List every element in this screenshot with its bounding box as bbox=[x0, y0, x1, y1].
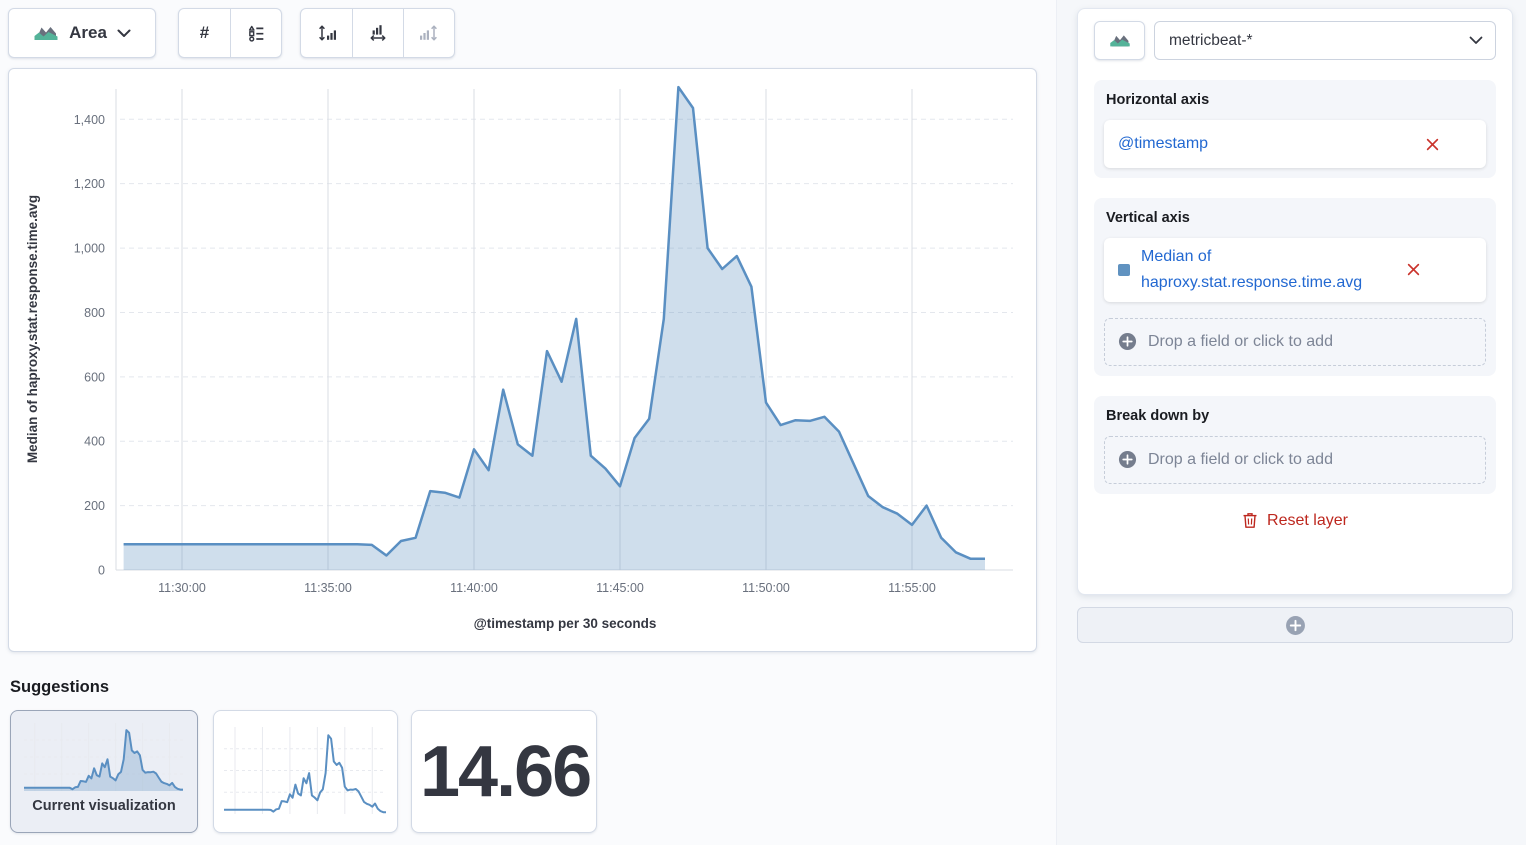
horizontal-axis-field[interactable]: @timestamp bbox=[1104, 120, 1486, 168]
svg-text:1,200: 1,200 bbox=[74, 177, 105, 191]
break-down-section: Break down by Drop a field or click to a… bbox=[1094, 396, 1496, 494]
area-chart-icon-small bbox=[1109, 32, 1131, 49]
bottom-axis-button[interactable] bbox=[352, 9, 403, 57]
area-chart-icon bbox=[33, 23, 59, 43]
reset-layer-button[interactable]: Reset layer bbox=[1094, 512, 1496, 530]
svg-text:11:45:00: 11:45:00 bbox=[596, 581, 644, 595]
reset-layer-label: Reset layer bbox=[1267, 512, 1348, 530]
remove-vertical-field-button[interactable] bbox=[1399, 256, 1427, 284]
value-format-button[interactable]: # bbox=[179, 9, 230, 57]
svg-text:11:50:00: 11:50:00 bbox=[742, 581, 790, 595]
add-layer-button[interactable] bbox=[1077, 607, 1513, 643]
left-axis-button[interactable] bbox=[301, 9, 352, 57]
layer-settings-column: metricbeat-* Horizontal axis @timestamp … bbox=[1056, 0, 1526, 845]
vertical-axis-drop-zone[interactable]: Drop a field or click to add bbox=[1104, 318, 1486, 366]
left-axis-icon bbox=[317, 23, 337, 43]
break-down-title: Break down by bbox=[1106, 408, 1486, 424]
svg-text:0: 0 bbox=[98, 564, 105, 578]
break-down-drop-zone[interactable]: Drop a field or click to add bbox=[1104, 436, 1486, 484]
chart-type-dropdown[interactable]: Area bbox=[8, 8, 156, 58]
chart-options-button-group: # bbox=[178, 8, 282, 58]
vertical-axis-title: Vertical axis bbox=[1106, 210, 1486, 226]
index-pattern-value: metricbeat-* bbox=[1169, 32, 1469, 50]
suggestion-line-thumbnail bbox=[221, 724, 390, 819]
svg-text:11:40:00: 11:40:00 bbox=[450, 581, 498, 595]
right-axis-icon bbox=[419, 23, 439, 43]
layer-chart-type-button[interactable] bbox=[1094, 21, 1145, 60]
chevron-down-icon bbox=[1469, 36, 1483, 45]
svg-text:11:35:00: 11:35:00 bbox=[304, 581, 352, 595]
horizontal-axis-title: Horizontal axis bbox=[1106, 92, 1486, 108]
chevron-down-icon bbox=[117, 29, 131, 38]
svg-text:Median of haproxy.stat.respons: Median of haproxy.stat.response.time.avg bbox=[25, 195, 40, 463]
plus-circle-icon bbox=[1285, 615, 1306, 636]
vertical-axis-section: Vertical axis Median of haproxy.stat.res… bbox=[1094, 198, 1496, 376]
horizontal-axis-field-label: @timestamp bbox=[1118, 131, 1418, 157]
index-pattern-select[interactable]: metricbeat-* bbox=[1154, 21, 1496, 60]
remove-horizontal-field-button[interactable] bbox=[1418, 130, 1446, 158]
close-icon bbox=[1407, 263, 1420, 276]
legend-settings-button[interactable] bbox=[230, 9, 281, 57]
svg-text:11:55:00: 11:55:00 bbox=[888, 581, 936, 595]
legend-icon bbox=[247, 24, 266, 43]
svg-text:11:30:00: 11:30:00 bbox=[158, 581, 206, 595]
visualization-workspace: 0 200 400 600 800 1,000 1,200 1,400 11:30:00 11:3… bbox=[8, 68, 1037, 652]
svg-text:1,400: 1,400 bbox=[74, 113, 105, 127]
area-chart[interactable]: 0 200 400 600 800 1,000 1,200 1,400 11:30:00 11:3… bbox=[9, 69, 1038, 653]
layer-config-panel: metricbeat-* Horizontal axis @timestamp … bbox=[1077, 8, 1513, 595]
drop-field-placeholder: Drop a field or click to add bbox=[1148, 333, 1333, 351]
bottom-axis-icon bbox=[368, 23, 388, 43]
right-axis-button bbox=[403, 9, 454, 57]
horizontal-axis-section: Horizontal axis @timestamp bbox=[1094, 80, 1496, 178]
plus-circle-icon bbox=[1118, 450, 1137, 469]
vertical-axis-field[interactable]: Median of haproxy.stat.response.time.avg bbox=[1104, 238, 1486, 302]
close-icon bbox=[1426, 138, 1439, 151]
svg-text:200: 200 bbox=[84, 499, 105, 513]
svg-text:800: 800 bbox=[84, 306, 105, 320]
vertical-axis-field-label: Median of haproxy.stat.response.time.avg bbox=[1141, 244, 1399, 296]
svg-text:400: 400 bbox=[84, 435, 105, 449]
plus-circle-icon bbox=[1118, 332, 1137, 351]
svg-text:@timestamp per 30 seconds: @timestamp per 30 seconds bbox=[474, 616, 657, 631]
suggestion-current-label: Current visualization bbox=[32, 798, 175, 814]
svg-text:1,000: 1,000 bbox=[74, 242, 105, 256]
series-color-swatch bbox=[1118, 264, 1130, 276]
suggestion-area-thumbnail bbox=[21, 720, 187, 796]
suggestions-heading: Suggestions bbox=[10, 678, 109, 697]
svg-text:600: 600 bbox=[84, 370, 105, 384]
drop-field-placeholder: Drop a field or click to add bbox=[1148, 451, 1333, 469]
suggestion-metric[interactable]: 14.66 bbox=[411, 710, 597, 833]
hash-icon: # bbox=[200, 23, 209, 43]
suggestion-line-chart[interactable] bbox=[213, 710, 398, 833]
suggestion-metric-value: 14.66 bbox=[412, 731, 590, 813]
axis-settings-button-group bbox=[300, 8, 455, 58]
trash-icon bbox=[1242, 512, 1258, 529]
chart-type-label: Area bbox=[69, 23, 107, 43]
suggestion-current-visualization[interactable]: Current visualization bbox=[10, 710, 198, 833]
